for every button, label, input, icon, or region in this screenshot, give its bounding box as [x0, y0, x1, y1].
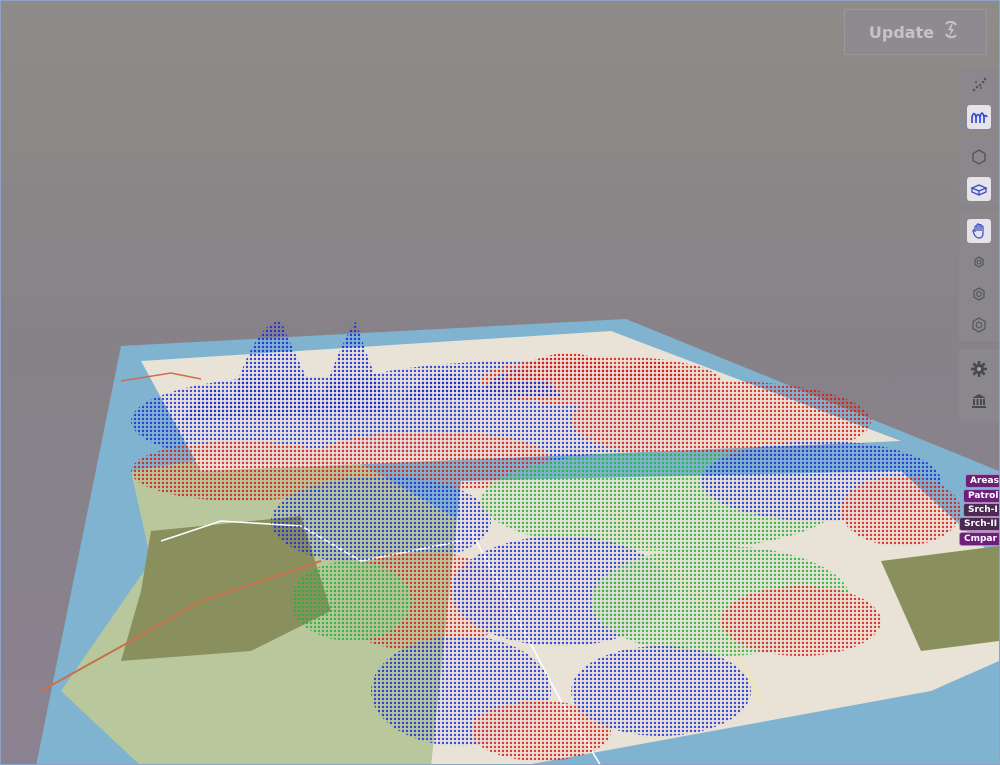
surface-wave-button[interactable]	[967, 105, 991, 129]
update-button[interactable]: Update	[844, 9, 987, 55]
layer-tag-srch-ii[interactable]: Srch-II	[959, 517, 999, 531]
update-label: Update	[868, 22, 935, 42]
museum-building-button[interactable]	[967, 389, 991, 413]
terrain-box-icon	[970, 184, 988, 196]
hexagon-outline-button[interactable]	[967, 145, 991, 169]
gear-hexagon-large-button[interactable]	[967, 314, 991, 338]
hexagon-outline-icon	[972, 149, 986, 165]
3d-map-viewport[interactable]: Update Areas Patrol Srch-I Srch-II Cmpar	[0, 0, 1000, 765]
settings-gear-icon	[971, 361, 987, 377]
hand-pan-button[interactable]	[967, 219, 991, 243]
scatter-points-button[interactable]	[967, 73, 991, 97]
gear-hexagon-large-icon	[972, 317, 986, 333]
museum-building-icon	[972, 394, 986, 408]
scatter-points-icon	[972, 77, 987, 92]
gear-hexagon-small-button[interactable]	[967, 251, 991, 275]
refresh-bolt-icon	[940, 20, 962, 43]
settings-gear-button[interactable]	[967, 357, 991, 381]
gear-hexagon-medium-icon	[973, 287, 985, 301]
layer-tag-cmpar[interactable]: Cmpar	[959, 532, 999, 546]
gear-hexagon-medium-button[interactable]	[967, 282, 991, 306]
layer-tag-patrol[interactable]: Patrol	[963, 489, 999, 503]
terrain-surface-scene[interactable]	[1, 1, 999, 764]
layer-tag-areas[interactable]: Areas	[965, 474, 999, 488]
toolbar-group-render-mode	[959, 67, 999, 133]
surface-wave-icon	[971, 112, 988, 123]
gear-hexagon-small-icon	[974, 256, 984, 268]
layer-tag-srch-i[interactable]: Srch-I	[963, 503, 999, 517]
hand-pan-icon	[972, 223, 984, 239]
toolbar-group-geometry	[959, 139, 999, 205]
toolbar-group-settings	[959, 349, 999, 421]
toolbar-group-navigation	[959, 211, 999, 341]
terrain-box-button[interactable]	[967, 177, 991, 201]
